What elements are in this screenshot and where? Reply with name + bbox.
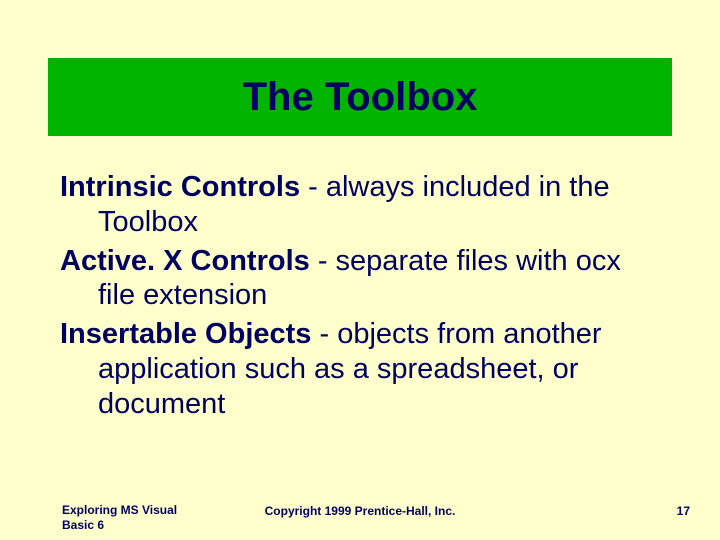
- list-item: Active. X Controls - separate files with…: [60, 244, 660, 314]
- term: Intrinsic Controls: [60, 171, 300, 203]
- slide-title: The Toolbox: [243, 75, 478, 120]
- slide-body: Intrinsic Controls - always included in …: [60, 170, 660, 426]
- list-item: Intrinsic Controls - always included in …: [60, 170, 660, 240]
- term: Active. X Controls: [60, 245, 310, 277]
- footer-page-number: 17: [677, 504, 690, 518]
- list-item: Insertable Objects - objects from anothe…: [60, 317, 660, 421]
- footer-center: Copyright 1999 Prentice-Hall, Inc.: [0, 504, 720, 518]
- term: Insertable Objects: [60, 318, 311, 350]
- title-bar: The Toolbox: [48, 58, 672, 136]
- slide-footer: Exploring MS Visual Basic 6 Copyright 19…: [0, 496, 720, 536]
